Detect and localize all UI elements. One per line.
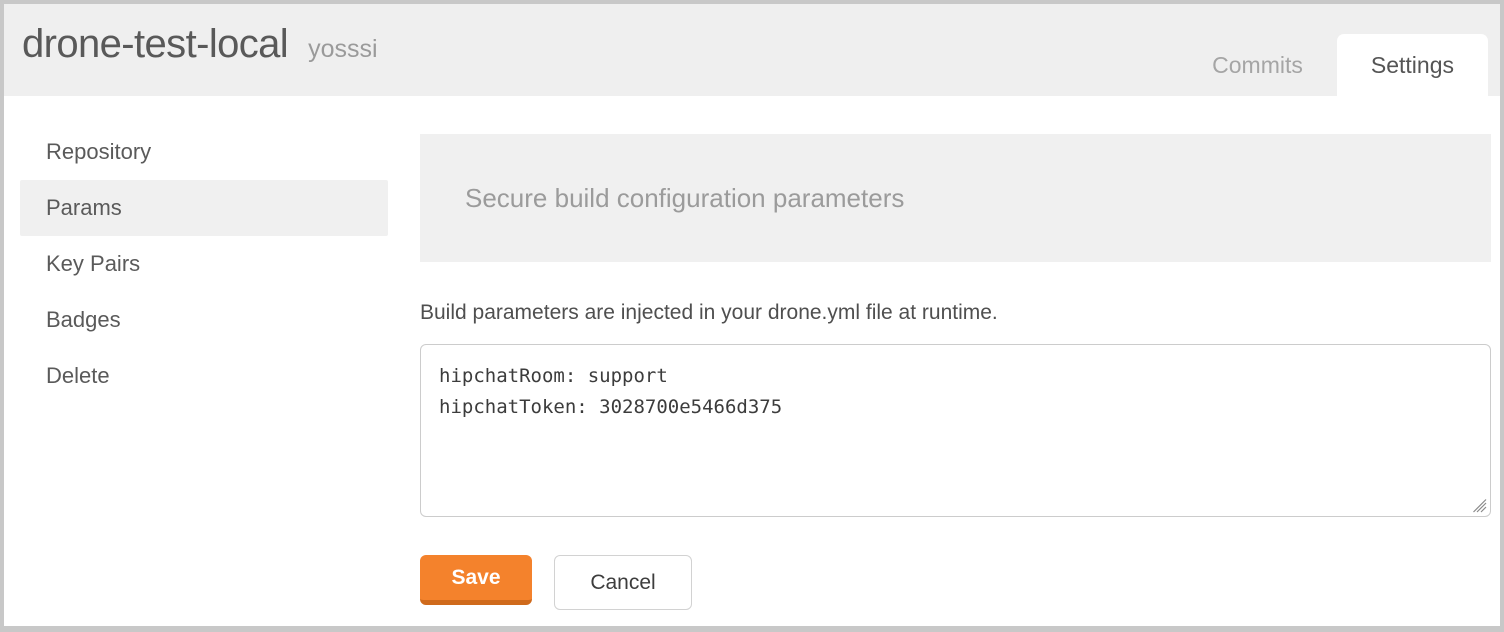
panel-header: Secure build configuration parameters bbox=[420, 134, 1491, 262]
sidebar-item-label: Badges bbox=[46, 307, 121, 332]
panel-header-title: Secure build configuration parameters bbox=[465, 182, 905, 213]
tab-settings-label: Settings bbox=[1370, 51, 1454, 78]
sidebar-item-params[interactable]: Params bbox=[20, 180, 388, 236]
params-input[interactable] bbox=[420, 344, 1491, 517]
settings-sidebar: Repository Params Key Pairs Badges Delet… bbox=[20, 124, 388, 404]
sidebar-item-label: Params bbox=[46, 195, 122, 220]
params-description: Build parameters are injected in your dr… bbox=[420, 301, 998, 324]
tab-settings[interactable]: Settings bbox=[1336, 34, 1488, 96]
sidebar-item-key-pairs[interactable]: Key Pairs bbox=[20, 236, 388, 292]
form-actions: Save Cancel bbox=[420, 555, 1492, 610]
save-button[interactable]: Save bbox=[420, 555, 532, 605]
repository-owner-label: yosssi bbox=[308, 35, 378, 63]
sidebar-item-repository[interactable]: Repository bbox=[20, 124, 388, 180]
sidebar-item-label: Repository bbox=[46, 139, 152, 164]
app-window: drone-test-local yosssi Commits Settings… bbox=[0, 0, 1504, 632]
cancel-button[interactable]: Cancel bbox=[554, 555, 692, 610]
main-content: Secure build configuration parameters Bu… bbox=[420, 134, 1492, 610]
sidebar-item-delete[interactable]: Delete bbox=[20, 348, 388, 404]
tab-commits[interactable]: Commits bbox=[1178, 34, 1337, 96]
page-body: Repository Params Key Pairs Badges Delet… bbox=[4, 96, 1500, 626]
sidebar-item-badges[interactable]: Badges bbox=[20, 292, 388, 348]
tab-commits-label: Commits bbox=[1212, 51, 1303, 78]
sidebar-item-label: Delete bbox=[46, 363, 110, 388]
params-textarea-wrapper bbox=[420, 344, 1491, 517]
tab-bar: Commits Settings bbox=[1178, 34, 1488, 96]
repository-title-group: drone-test-local yosssi bbox=[22, 16, 378, 77]
sidebar-item-label: Key Pairs bbox=[46, 251, 141, 276]
page-title: drone-test-local bbox=[22, 22, 289, 66]
app-header: drone-test-local yosssi Commits Settings bbox=[4, 4, 1500, 96]
